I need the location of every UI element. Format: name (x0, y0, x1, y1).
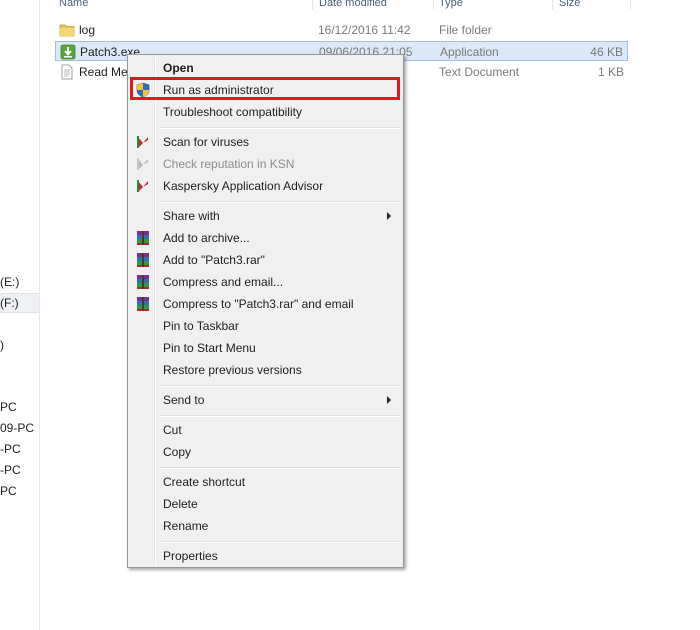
menu-item-label: Delete (163, 497, 198, 511)
nav-item-drive-e[interactable]: (E:) (0, 272, 39, 292)
context-menu: Open Run as administrator Troubleshoot c… (127, 54, 404, 568)
column-header-date-modified[interactable]: Date modified (319, 0, 387, 10)
file-type: File folder (439, 23, 492, 37)
menu-item-label: Restore previous versions (163, 363, 302, 377)
submenu-arrow-icon (387, 212, 391, 220)
column-divider[interactable] (630, 0, 631, 10)
menu-item-label: Add to archive... (163, 231, 250, 245)
menu-item-label: Troubleshoot compatibility (163, 105, 302, 119)
menu-item-share-with[interactable]: Share with (130, 205, 401, 227)
menu-item-label: Pin to Start Menu (163, 341, 256, 355)
menu-item-cut[interactable]: Cut (130, 419, 401, 441)
menu-item-label: Compress to "Patch3.rar" and email (163, 297, 354, 311)
column-header-size[interactable]: Size (559, 0, 580, 10)
menu-item-compress-and-email[interactable]: Compress and email... (130, 271, 401, 293)
file-name: Read Me (79, 65, 128, 79)
menu-separator (160, 201, 400, 203)
menu-item-create-shortcut[interactable]: Create shortcut (130, 471, 401, 493)
menu-item-label: Properties (163, 549, 218, 563)
nav-item-network-pc[interactable]: PC (0, 481, 39, 501)
file-size: 1 KB (597, 65, 624, 79)
menu-item-label: Add to "Patch3.rar" (163, 253, 265, 267)
menu-separator (160, 467, 400, 469)
menu-separator (160, 127, 400, 129)
column-header-name[interactable]: Name (59, 0, 88, 10)
menu-item-add-to-archive[interactable]: Add to archive... (130, 227, 401, 249)
menu-item-restore-previous-versions[interactable]: Restore previous versions (130, 359, 401, 381)
menu-item-properties[interactable]: Properties (130, 545, 401, 567)
column-divider[interactable] (312, 0, 313, 10)
menu-item-label: Create shortcut (163, 475, 246, 489)
menu-item-label: Check reputation in KSN (163, 157, 295, 171)
file-row-log[interactable]: log 16/12/2016 11:42 File folder (55, 20, 628, 40)
menu-item-label: Pin to Taskbar (163, 319, 239, 333)
menu-item-label: Kaspersky Application Advisor (163, 179, 324, 193)
file-name: log (79, 23, 96, 37)
menu-item-copy[interactable]: Copy (130, 441, 401, 463)
kaspersky-icon (137, 180, 148, 192)
nav-item-network-pc[interactable]: -PC (0, 460, 39, 480)
menu-item-open[interactable]: Open (130, 57, 401, 79)
menu-separator (160, 415, 400, 417)
menu-item-label: Compress and email... (163, 275, 284, 289)
menu-item-delete[interactable]: Delete (130, 493, 401, 515)
file-date: 16/12/2016 11:42 (318, 23, 411, 37)
winrar-icon (137, 253, 149, 267)
winrar-icon (137, 231, 149, 245)
column-header-type[interactable]: Type (439, 0, 463, 10)
menu-item-compress-to-patch3-rar-and-email[interactable]: Compress to "Patch3.rar" and email (130, 293, 401, 315)
installer-icon (60, 44, 76, 60)
menu-item-label: Scan for viruses (163, 135, 250, 149)
menu-item-check-reputation-in-ksn[interactable]: Check reputation in KSN (130, 153, 401, 175)
nav-item-drive[interactable]: ) (0, 335, 39, 355)
menu-item-kaspersky-application-advisor[interactable]: Kaspersky Application Advisor (130, 175, 401, 197)
file-type: Application (440, 45, 499, 59)
winrar-icon (137, 297, 149, 311)
file-type: Text Document (439, 65, 520, 79)
highlight-annotation-box (130, 77, 400, 100)
menu-item-troubleshoot-compatibility[interactable]: Troubleshoot compatibility (130, 101, 401, 123)
navigation-pane[interactable] (0, 0, 40, 630)
menu-item-label: Send to (163, 393, 205, 407)
menu-item-add-to-patch3-rar[interactable]: Add to "Patch3.rar" (130, 249, 401, 271)
nav-item-drive-f[interactable]: (F:) (0, 293, 39, 313)
menu-item-pin-to-start-menu[interactable]: Pin to Start Menu (130, 337, 401, 359)
menu-separator (160, 385, 400, 387)
text-document-icon (61, 64, 73, 80)
menu-item-send-to[interactable]: Send to (130, 389, 401, 411)
menu-item-label: Open (163, 61, 194, 75)
menu-separator (160, 541, 400, 543)
menu-item-label: Cut (163, 423, 182, 437)
kaspersky-icon (137, 158, 148, 170)
nav-item-network-pc[interactable]: PC (0, 397, 39, 417)
folder-icon (59, 24, 75, 37)
menu-item-pin-to-taskbar[interactable]: Pin to Taskbar (130, 315, 401, 337)
submenu-arrow-icon (387, 396, 391, 404)
winrar-icon (137, 275, 149, 289)
nav-item-network-pc[interactable]: -PC (0, 439, 39, 459)
column-divider[interactable] (552, 0, 553, 10)
menu-item-label: Share with (163, 209, 220, 223)
nav-item-network-pc[interactable]: 09-PC (0, 418, 39, 438)
file-size: 46 KB (590, 45, 623, 59)
kaspersky-icon (137, 136, 148, 148)
column-divider[interactable] (433, 0, 434, 10)
menu-item-label: Rename (163, 519, 209, 533)
menu-item-rename[interactable]: Rename (130, 515, 401, 537)
menu-item-label: Copy (163, 445, 192, 459)
menu-item-scan-for-viruses[interactable]: Scan for viruses (130, 131, 401, 153)
